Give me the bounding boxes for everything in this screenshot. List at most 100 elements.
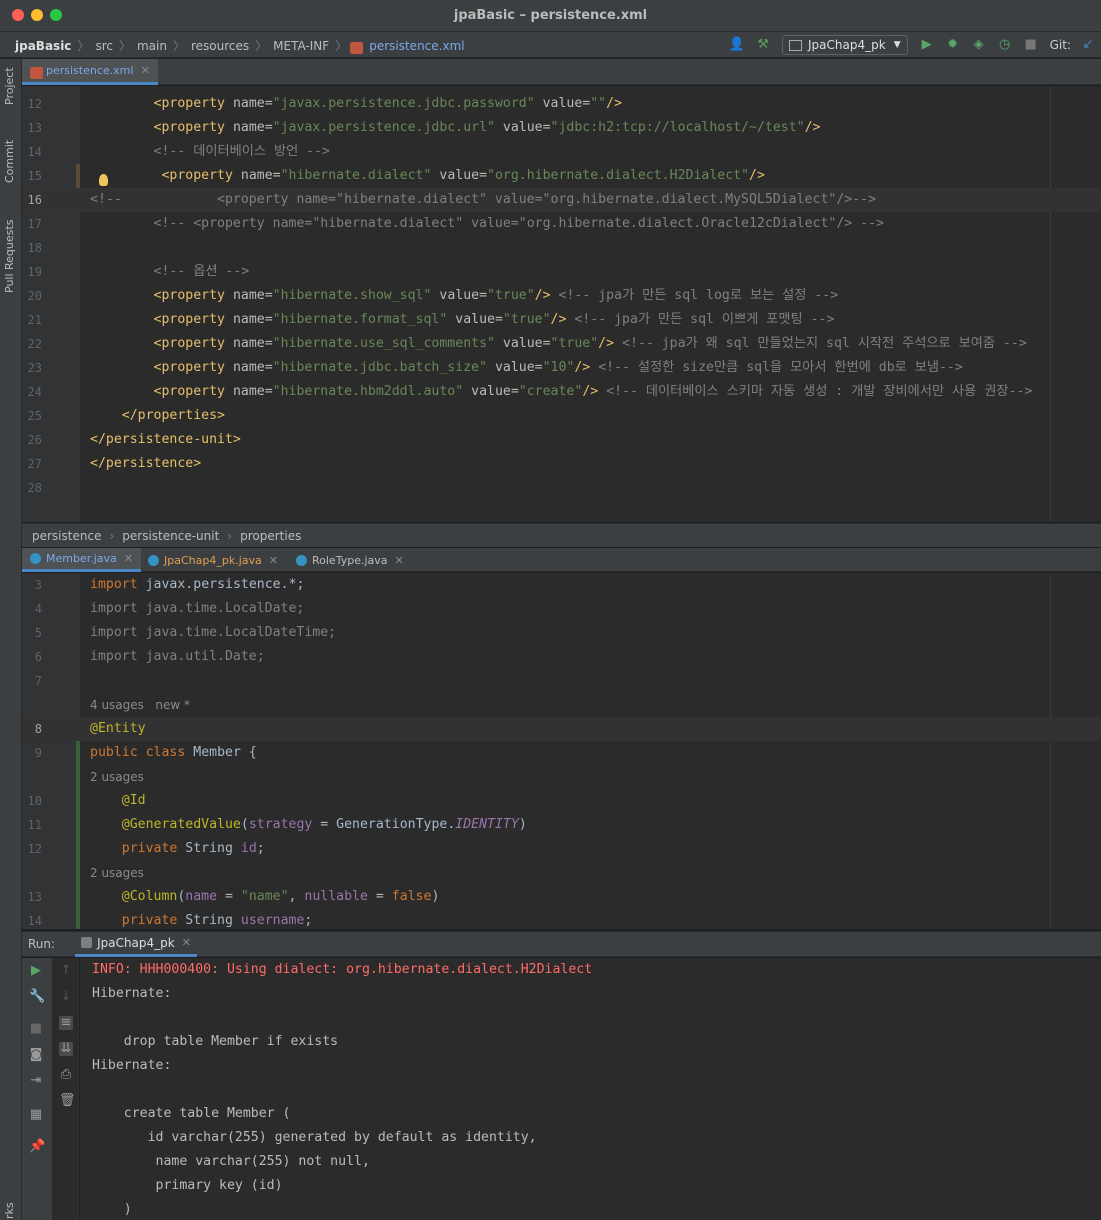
line-number: 12 (27, 842, 42, 856)
tab-label: JpaChap4_pk.java (164, 553, 262, 567)
xml-line[interactable]: 22 <property name="hibernate.use_sql_com… (22, 332, 1101, 356)
breadcrumb-current-file[interactable]: persistence.xml (366, 39, 467, 53)
soft-wrap-icon[interactable]: ≡ (59, 1016, 73, 1030)
xml-line[interactable]: 24 <property name="hibernate.hbm2ddl.aut… (22, 380, 1101, 404)
java-line[interactable]: 4 import java.time.LocalDate; (22, 597, 1101, 621)
xml-line[interactable]: 25 </properties> (22, 404, 1101, 428)
xml-editor[interactable]: 12 <property name="javax.persistence.jdb… (22, 86, 1101, 522)
tab-persistence-xml[interactable]: persistence.xml ✕ (22, 59, 158, 85)
close-icon[interactable]: ✕ (395, 554, 404, 567)
line-number: 8 (34, 722, 42, 736)
java-line[interactable]: 3 import javax.persistence.*; (22, 573, 1101, 597)
run-tab[interactable]: JpaChap4_pk ✕ (75, 931, 197, 957)
exit-icon[interactable]: ⇥ (29, 1074, 43, 1088)
coverage-icon[interactable]: ◈ (970, 36, 988, 54)
debug-icon[interactable]: ✹ (944, 36, 962, 54)
run-config-icon (81, 937, 93, 948)
xml-line[interactable]: 18 (22, 236, 1101, 260)
xml-line[interactable]: 13 <property name="javax.persistence.jdb… (22, 116, 1101, 140)
line-code: @Column(name = "name", nullable = false) (121, 889, 440, 904)
xml-line[interactable]: 15 <property name="hibernate.dialect" va… (22, 164, 1101, 188)
wrench-icon[interactable]: 🔧 (29, 990, 45, 1004)
chevron-down-icon: ▼ (893, 40, 901, 50)
run-config-icon (789, 39, 803, 51)
build-hammer-icon[interactable]: ⚒ (754, 36, 772, 54)
line-number: 26 (27, 433, 42, 447)
line-code: <property name="hibernate.jdbc.batch_siz… (153, 360, 963, 375)
breadcrumb-meta-inf[interactable]: META-INF (270, 39, 332, 53)
structure-crumb-persistence[interactable]: persistence (32, 529, 101, 543)
java-line[interactable]: 5 import java.time.LocalDateTime; (22, 621, 1101, 645)
java-line[interactable]: 7 (22, 669, 1101, 693)
run-configuration-select[interactable]: JpaChap4_pk ▼ (782, 35, 908, 55)
java-line[interactable]: 4 usages new * (22, 693, 1101, 717)
bookmarks-tool-tab[interactable]: rks (3, 1202, 16, 1219)
java-line[interactable]: 2 usages (22, 765, 1101, 789)
breadcrumb-resources[interactable]: resources (188, 39, 252, 53)
trash-icon[interactable]: 🗑 (59, 1094, 76, 1108)
breadcrumb-src[interactable]: src (92, 39, 116, 53)
line-number: 12 (27, 97, 42, 111)
xml-line[interactable]: 19 <!-- 옵션 --> (22, 260, 1101, 284)
java-line[interactable]: 8 @Entity (22, 717, 1101, 741)
run-label: Run: (28, 937, 56, 951)
git-update-icon[interactable]: ↙ (1079, 36, 1097, 54)
scroll-to-end-icon[interactable]: ⇊ (59, 1042, 73, 1056)
project-tool-tab[interactable]: Project (3, 67, 16, 105)
bottom-editor-tabs: Member.java ✕ JpaChap4_pk.java ✕ RoleTyp… (22, 548, 1101, 572)
close-icon[interactable]: ✕ (124, 552, 133, 565)
java-line[interactable]: 14 private String username; (22, 909, 1101, 929)
title-bar: jpaBasic – persistence.xml (0, 0, 1101, 32)
console-output[interactable]: INFO: HHH000400: Using dialect: org.hibe… (80, 958, 1101, 1220)
close-icon[interactable]: ✕ (269, 554, 278, 567)
line-number: 13 (27, 890, 42, 904)
java-line[interactable]: 6 import java.util.Date; (22, 645, 1101, 669)
java-line[interactable]: 13 @Column(name = "name", nullable = fal… (22, 885, 1101, 909)
breadcrumb-main[interactable]: main (134, 39, 170, 53)
layout-icon[interactable]: ▦ (29, 1108, 43, 1122)
line-number: 23 (27, 361, 42, 375)
xml-line[interactable]: 27 </persistence> (22, 452, 1101, 476)
tab-jpachap4-pk-java[interactable]: JpaChap4_pk.java ✕ (140, 548, 286, 572)
tab-member-java[interactable]: Member.java ✕ (22, 548, 141, 572)
java-line[interactable]: 9 public class Member { (22, 741, 1101, 765)
commit-tool-tab[interactable]: Commit (3, 140, 16, 183)
arrow-down-icon[interactable]: ↓ (59, 990, 73, 1004)
xml-line[interactable]: 28 (22, 476, 1101, 500)
rerun-icon[interactable]: ▶ (29, 964, 43, 978)
xml-line[interactable]: 14 <!-- 데이터베이스 방언 --> (22, 140, 1101, 164)
xml-line[interactable]: 16 <!-- <property name="hibernate.dialect… (22, 188, 1101, 212)
xml-line[interactable]: 17 <!-- <property name="hibernate.dialec… (22, 212, 1101, 236)
line-number: 16 (27, 193, 42, 207)
xml-file-icon (30, 66, 43, 79)
structure-crumb-properties[interactable]: properties (240, 529, 301, 543)
xml-line[interactable]: 26 </persistence-unit> (22, 428, 1101, 452)
close-icon[interactable]: ✕ (140, 64, 149, 77)
print-icon[interactable]: ⎙ (59, 1068, 73, 1082)
camera-icon[interactable]: ◙ (29, 1048, 43, 1062)
xml-line[interactable]: 12 <property name="javax.persistence.jdb… (22, 92, 1101, 116)
xml-line[interactable]: 20 <property name="hibernate.show_sql" v… (22, 284, 1101, 308)
run-icon[interactable]: ▶ (918, 36, 936, 54)
pin-icon[interactable]: 📌 (29, 1140, 45, 1154)
xml-line[interactable]: 23 <property name="hibernate.jdbc.batch_… (22, 356, 1101, 380)
profile-icon[interactable]: ◷ (996, 36, 1014, 54)
java-line[interactable]: 10 @Id (22, 789, 1101, 813)
tab-label: Member.java (46, 552, 117, 565)
stop-icon[interactable]: ■ (1022, 36, 1040, 54)
stop-icon[interactable]: ■ (29, 1022, 43, 1036)
chevron-right-icon: 〉 (255, 39, 268, 53)
arrow-up-icon[interactable]: ↑ (59, 964, 73, 978)
line-code: @Id (121, 793, 146, 808)
breadcrumb-project[interactable]: jpaBasic (12, 39, 74, 53)
pull-requests-tool-tab[interactable]: Pull Requests (3, 220, 16, 293)
user-icon[interactable]: 👤 (728, 36, 746, 54)
close-icon[interactable]: ✕ (182, 936, 191, 949)
java-editor[interactable]: 3 import javax.persistence.*; 4 import java… (22, 573, 1101, 929)
tab-roletype-java[interactable]: RoleType.java ✕ (288, 548, 412, 572)
structure-crumb-persistence-unit[interactable]: persistence-unit (122, 529, 219, 543)
java-line[interactable]: 12 private String id; (22, 837, 1101, 861)
java-line[interactable]: 11 @GeneratedValue(strategy = Generation… (22, 813, 1101, 837)
xml-line[interactable]: 21 <property name="hibernate.format_sql"… (22, 308, 1101, 332)
java-line[interactable]: 2 usages (22, 861, 1101, 885)
